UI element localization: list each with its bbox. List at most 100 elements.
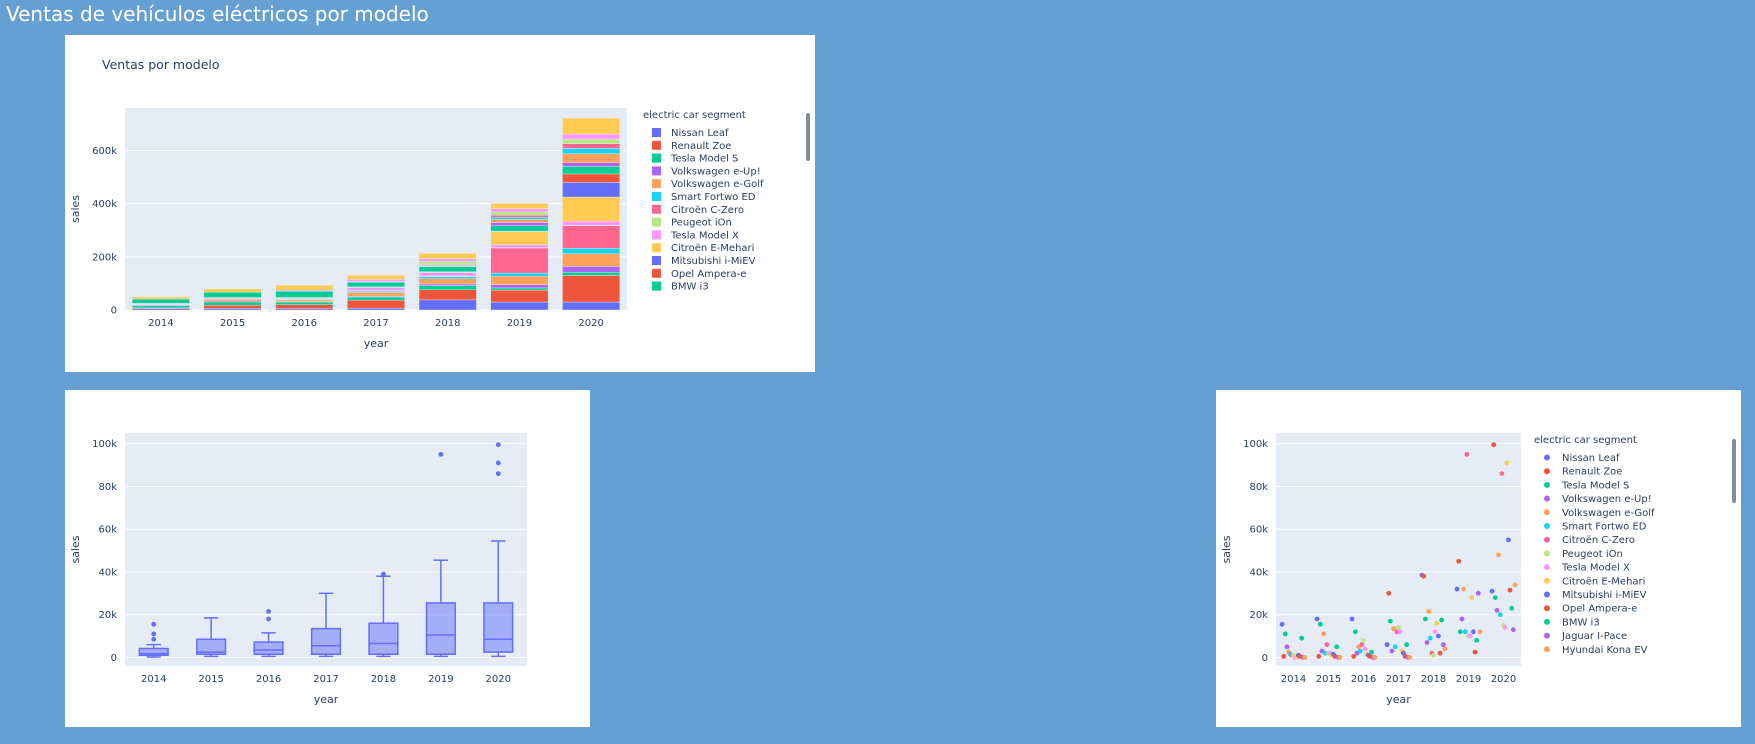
bar-other-2019	[490, 203, 549, 209]
bar-volkswagen-e-up-2018	[418, 283, 477, 286]
point-citroen-c-zero-2016	[1359, 642, 1365, 648]
legend-swatch-mitsubishi-i-miev	[652, 256, 661, 265]
y-tick-label: 200k	[92, 252, 117, 263]
box-2019	[425, 602, 456, 655]
bar-hyundai-ioniq-2020	[562, 133, 621, 140]
bar-bmw-i3-2018	[418, 266, 477, 272]
legend-label-opel-ampera-e: Opel Ampera-e	[671, 269, 746, 280]
bar-nissan-leaf-2015	[203, 308, 262, 311]
point-volkswagen-e-up-2018	[1424, 640, 1430, 645]
bar-volkswagen-e-golf-2019	[490, 276, 549, 285]
stacked-bar-chart: Ventas por modelo 0 200k 400k 600k 2014 2015 20…	[69, 57, 764, 350]
legend-scrollbar[interactable]	[1732, 439, 1736, 503]
y-tick-label: 80k	[1249, 482, 1268, 493]
point-mitsubishi-i-miev-2018	[1436, 633, 1441, 639]
legend-label-jaguar-i-pace: Jaguar I-Pace	[1561, 631, 1627, 642]
bar-jaguar-i-pace-2020	[562, 162, 621, 167]
x-tick-label: 2018	[1421, 674, 1446, 685]
legend-label-opel-ampera-e: Opel Ampera-e	[1562, 604, 1637, 615]
x-axis-label: year	[1386, 693, 1411, 706]
bar-volkswagen-e-golf-2016	[275, 299, 334, 302]
legend-marker-tesla-model-s	[1544, 481, 1550, 488]
point-smart-fortwo-ed-2017	[1392, 644, 1398, 650]
box-outlier	[438, 451, 444, 457]
x-tick-label: 2017	[363, 318, 388, 329]
bar-volkswagen-e-golf-2018	[418, 278, 477, 285]
x-tick-label: 2014	[148, 318, 173, 329]
x-tick-label: 2020	[1491, 674, 1516, 685]
bar-other-2018	[418, 253, 477, 259]
point-hyundai-kona-ev-2017	[1407, 655, 1413, 660]
point-hyundai-kona-ev-2020	[1512, 582, 1518, 588]
bar-smart-fortwo-ed-2019	[490, 272, 549, 277]
legend-marker-renault-zoe	[1544, 468, 1550, 475]
legend-marker-nissan-leaf	[1544, 454, 1550, 461]
point-tesla-model-s-2017	[1387, 618, 1393, 624]
legend-label-nissan-leaf: Nissan Leaf	[1562, 453, 1620, 464]
bar-renault-zoe-2019	[490, 289, 549, 303]
point-nissan-leaf-2014	[1279, 621, 1285, 627]
bar-renault-zoe-2018	[418, 289, 477, 301]
bar-tesla-model-s-2017	[347, 296, 405, 301]
point-jaguar-i-pace-2019	[1475, 590, 1481, 596]
bar-nissan-leaf-2018	[418, 299, 477, 311]
legend-swatch-tesla-model-x	[652, 230, 661, 240]
y-tick-label: 60k	[1249, 525, 1268, 536]
point-volkswagen-e-golf-2018	[1426, 609, 1431, 614]
box-outlier	[495, 471, 501, 477]
bar-citroen-c-zero-2020	[562, 225, 621, 249]
box-outlier	[495, 460, 501, 466]
y-tick-label: 600k	[92, 146, 117, 157]
scatter-chart: 0 20k 40k 60k 80k 100k 2014 2015 2016 2017 2018 201…	[1220, 433, 1655, 706]
point-renault-zoe-2019	[1456, 558, 1462, 564]
point-peugeot-ion-2018	[1431, 652, 1436, 658]
x-tick-label: 2015	[220, 318, 245, 329]
legend-label-peugeot-ion: Peugeot iOn	[671, 218, 732, 229]
bar-smart-fortwo-ed-2020	[562, 248, 621, 254]
x-tick-label: 2015	[198, 674, 223, 685]
point-bmw-i3-2015	[1334, 644, 1340, 650]
y-tick-label: 100k	[1243, 439, 1268, 450]
legend-label-peugeot-ion: Peugeot iOn	[1562, 549, 1623, 560]
point-nissan-leaf-2016	[1349, 616, 1355, 622]
bar-bmw-i3-2015	[203, 291, 262, 298]
point-opel-ampera-e-2020	[1507, 587, 1513, 593]
box-outlier	[266, 616, 271, 622]
box-outlier	[266, 609, 271, 614]
bar-other-2014	[131, 296, 190, 300]
bar-other-2016	[275, 285, 334, 291]
point-nissan-leaf-2020	[1489, 588, 1495, 594]
point-hyundai-kona-ev-2019	[1477, 629, 1483, 635]
point-bmw-i3-2019	[1474, 637, 1480, 643]
box-2017	[310, 627, 342, 655]
point-renault-zoe-2015	[1316, 653, 1322, 659]
legend-scrollbar[interactable]	[806, 113, 810, 161]
bar-tesla-model-3-2018	[418, 261, 477, 265]
bar-kia-e-niro-2020	[562, 148, 621, 154]
legend-label-volkswagen-e-golf: Volkswagen e-Golf	[671, 179, 764, 190]
legend-label-smart-fortwo-ed: Smart Fortwo ED	[1562, 522, 1647, 533]
x-tick-label: 2019	[428, 674, 453, 685]
point-renault-zoe-2017	[1386, 590, 1392, 596]
point-bmw-i3-2017	[1404, 642, 1410, 648]
legend-marker-citroen-c-zero	[1544, 536, 1550, 543]
point-smart-fortwo-ed-2019	[1462, 629, 1468, 635]
box-2016	[253, 641, 284, 655]
x-tick-label: 2020	[578, 318, 603, 329]
point-peugeot-ion-2016	[1361, 637, 1366, 643]
bar-volkswagen-e-golf-2017	[347, 292, 405, 297]
bar-opel-ampera-e-2020	[562, 173, 621, 183]
bar-hyundai-kona-ev-2019	[490, 219, 549, 223]
bar-tesla-model-s-2015	[203, 301, 262, 306]
bar-tesla-model-s-2018	[418, 285, 477, 290]
bar-volkswagen-e-up-2019	[490, 284, 549, 289]
chart-title: Ventas por modelo	[102, 57, 220, 72]
bar-hyundai-ioniq-2018	[418, 258, 477, 262]
point-mitsubishi-i-miev-2020	[1506, 537, 1511, 543]
bar-tesla-model-s-2020	[562, 272, 621, 276]
point-tesla-model-s-2014	[1282, 631, 1288, 637]
x-tick-label: 2018	[371, 674, 396, 685]
x-axis-label: year	[364, 337, 389, 350]
point-peugeot-ion-2017	[1396, 625, 1401, 630]
bar-tesla-model-x-2018	[418, 272, 477, 277]
